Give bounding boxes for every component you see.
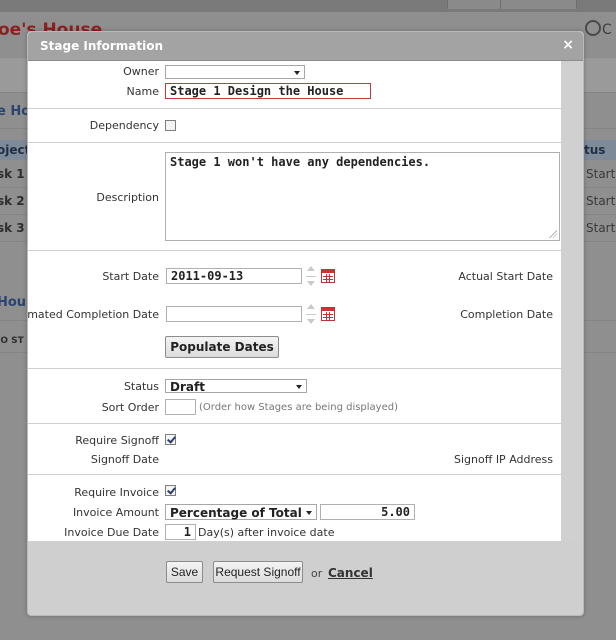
estimated-completion-spinner[interactable] <box>306 304 316 326</box>
request-signoff-button[interactable]: Request Signoff <box>213 561 303 583</box>
status-select[interactable]: Draft <box>165 379 307 394</box>
description-textarea[interactable]: Stage 1 won't have any dependencies. <box>165 152 560 241</box>
signoff-ip-label: Signoff IP Address <box>454 453 553 466</box>
invoice-amount-field[interactable]: 5.00 <box>320 504 415 520</box>
arrow-down-icon[interactable] <box>307 281 315 286</box>
background-task: sk 2 <box>0 194 25 208</box>
background-top-bar <box>0 0 616 12</box>
estimated-completion-field[interactable] <box>166 306 302 322</box>
invoice-type-value: Percentage of Total <box>170 506 302 520</box>
sort-order-field[interactable] <box>165 399 196 415</box>
require-signoff-checkbox[interactable] <box>165 434 176 445</box>
calendar-icon-grid <box>323 312 333 320</box>
divider <box>306 314 316 315</box>
chevron-down-icon <box>294 71 300 75</box>
background-status: Starte <box>586 221 616 235</box>
background-status: Starte <box>586 167 616 181</box>
status-label: Status <box>123 380 159 393</box>
dialog-titlebar[interactable]: Stage Information × <box>28 32 583 61</box>
arrow-up-icon[interactable] <box>307 266 315 271</box>
check-icon <box>167 485 176 495</box>
background-status: Starte <box>586 194 616 208</box>
dialog-title: Stage Information <box>40 39 164 53</box>
start-date-label: Start Date <box>102 270 159 283</box>
background-col-header: oject <box>0 143 31 157</box>
owner-select[interactable] <box>165 65 305 79</box>
divider <box>28 368 561 369</box>
require-invoice-checkbox[interactable] <box>165 485 176 496</box>
arrow-up-icon[interactable] <box>307 304 315 309</box>
search-icon <box>585 20 601 36</box>
invoice-amount-label: Invoice Amount <box>72 506 159 519</box>
cancel-link[interactable]: Cancel <box>328 566 373 580</box>
dialog-content: Owner Name Stage 1 Design the House Depe… <box>28 61 561 541</box>
invoice-type-select[interactable]: Percentage of Total <box>165 504 317 520</box>
description-label: Description <box>96 191 159 204</box>
sort-order-label: Sort Order <box>101 401 159 414</box>
resize-grip-icon[interactable] <box>549 230 557 238</box>
calendar-icon[interactable] <box>321 307 335 321</box>
background-no-stages: IO ST <box>0 336 24 346</box>
arrow-down-icon[interactable] <box>307 319 315 324</box>
background-task: sk 1 <box>0 167 25 181</box>
save-button[interactable]: Save <box>166 561 203 583</box>
background-col-header: tus <box>584 143 606 157</box>
start-date-field[interactable]: 2011-09-13 <box>166 268 302 284</box>
divider <box>28 423 561 424</box>
divider <box>28 142 561 143</box>
background-tab <box>500 0 577 9</box>
require-signoff-label: Require Signoff <box>75 434 159 447</box>
invoice-due-field[interactable]: 1 <box>165 524 196 540</box>
actual-start-date-label: Actual Start Date <box>458 270 553 283</box>
start-date-spinner[interactable] <box>306 266 316 288</box>
or-text: or <box>311 567 323 580</box>
invoice-due-suffix: Day(s) after invoice date <box>198 526 335 539</box>
completion-date-label: Completion Date <box>460 308 553 321</box>
calendar-icon-grid <box>323 274 333 282</box>
dependency-label: Dependency <box>89 119 159 132</box>
background-search-text: C <box>602 22 612 38</box>
estimated-completion-label: Estimated Completion Date <box>28 308 159 321</box>
dialog-scrollbar[interactable] <box>561 61 583 541</box>
sort-order-hint: (Order how Stages are being displayed) <box>199 402 398 413</box>
chevron-down-icon <box>306 511 312 515</box>
divider <box>28 250 561 251</box>
invoice-due-label: Invoice Due Date <box>64 526 159 539</box>
require-invoice-label: Require Invoice <box>74 486 159 499</box>
divider <box>28 474 561 475</box>
owner-label: Owner <box>123 65 159 78</box>
description-text: Stage 1 won't have any dependencies. <box>170 155 431 169</box>
calendar-icon-header <box>322 308 334 311</box>
dependency-checkbox[interactable] <box>165 120 176 131</box>
chevron-down-icon <box>296 385 302 389</box>
divider <box>28 108 561 109</box>
close-icon[interactable]: × <box>562 37 574 53</box>
name-label: Name <box>126 85 159 98</box>
calendar-icon-header <box>322 270 334 273</box>
stage-information-dialog: Stage Information × Owner Name Stage 1 D… <box>27 31 584 616</box>
check-icon <box>167 434 176 444</box>
signoff-date-label: Signoff Date <box>90 453 159 466</box>
calendar-icon[interactable] <box>321 269 335 283</box>
divider <box>306 276 316 277</box>
background-tab <box>447 0 501 9</box>
populate-dates-button[interactable]: Populate Dates <box>165 336 279 358</box>
status-select-value: Draft <box>170 380 205 394</box>
name-field[interactable]: Stage 1 Design the House <box>165 83 371 99</box>
